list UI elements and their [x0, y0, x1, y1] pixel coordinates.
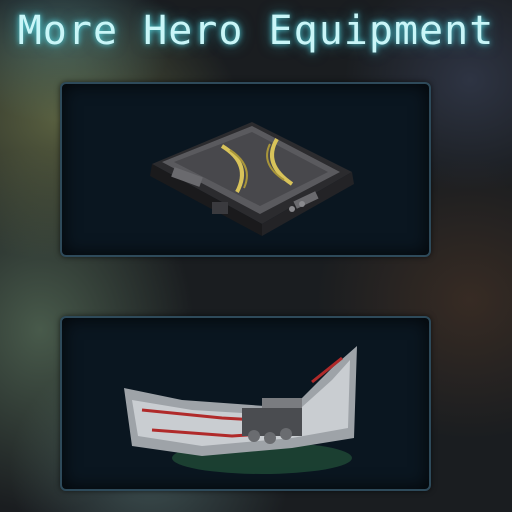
page-title: More Hero Equipment	[17, 8, 495, 54]
gauntlet-icon	[124, 346, 357, 474]
chest-armor-icon	[150, 122, 354, 236]
equipment-slot-gauntlet[interactable]	[60, 316, 431, 491]
equipment-slot-armor[interactable]	[60, 82, 431, 257]
